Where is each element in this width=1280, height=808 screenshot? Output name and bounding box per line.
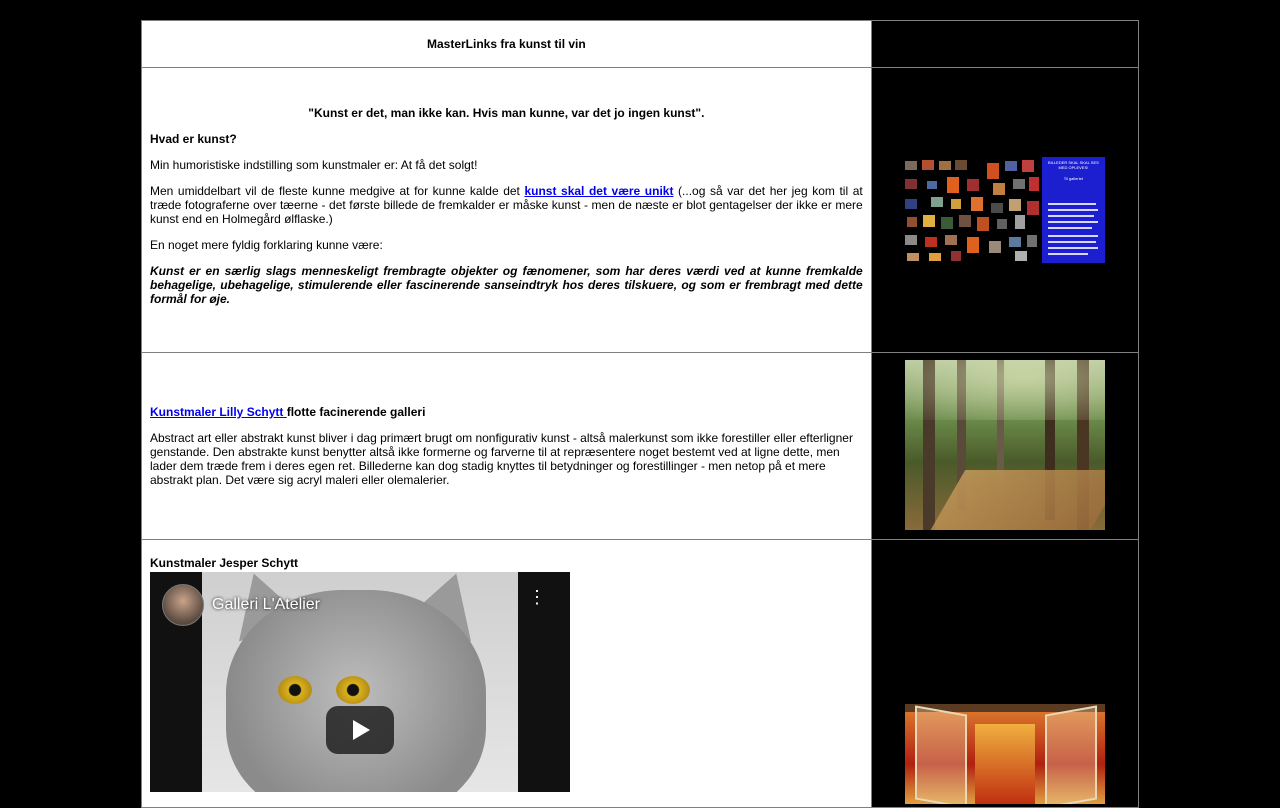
page-title: MasterLinks fra kunst til vin <box>427 37 586 51</box>
paragraph-forklaring: En noget mere fyldig forklaring kunne væ… <box>150 238 383 252</box>
section-kunst-text: "Kunst er det, man ikke kan. Hvis man ku… <box>142 68 871 352</box>
jesper-heading: Kunstmaler Jesper Schytt <box>150 556 299 570</box>
paragraph-definition: Kunst er en særlig slags menneskeligt fr… <box>150 264 863 306</box>
collage-caption-2: MED OPLEVES! <box>1058 165 1089 170</box>
video-title[interactable]: Galleri L'Atelier <box>212 596 320 614</box>
lilly-heading: Kunstmaler Lilly Schytt flotte facineren… <box>150 405 863 419</box>
section-lilly-image-cell <box>871 353 1138 539</box>
lilly-heading-suffix: flotte facinerende galleri <box>286 405 426 419</box>
quote: "Kunst er det, man ikke kan. Hvis man ku… <box>308 106 705 120</box>
paragraph-abstract-art: Abstract art eller abstrakt kunst bliver… <box>150 431 853 487</box>
link-kunst-unikt[interactable]: kunst skal det være unikt <box>524 184 673 198</box>
page-wrapper: MasterLinks fra kunst til vin "Kunst er … <box>141 20 1139 808</box>
paragraph-humor: Min humoristiske indstilling som kunstma… <box>150 158 478 172</box>
window-painting-image[interactable] <box>904 704 1105 804</box>
paragraph-unikt-before: Men umiddelbart vil de fleste kunne medg… <box>150 184 525 198</box>
section-kunst-image-cell: BILLEDER SKAL SKAL SES MED OPLEVES! Til … <box>871 68 1138 352</box>
section-heading-hvad-er-kunst: Hvad er kunst? <box>150 132 237 146</box>
section-lilly-text: Kunstmaler Lilly Schytt flotte facineren… <box>142 353 871 539</box>
channel-avatar[interactable] <box>162 584 204 626</box>
collage-caption-3: Til galleriet <box>1063 176 1083 181</box>
section-jesper: Kunstmaler Jesper Schytt Galleri L'Ateli… <box>142 540 871 807</box>
collage-text-panel: BILLEDER SKAL SKAL SES MED OPLEVES! Til … <box>1041 157 1105 263</box>
header-right-cell <box>871 21 1138 67</box>
collage-thumbnails <box>904 157 1042 263</box>
gallery-collage-image[interactable]: BILLEDER SKAL SKAL SES MED OPLEVES! Til … <box>904 157 1105 263</box>
more-options-icon[interactable]: ⋮ <box>528 588 546 606</box>
youtube-video-embed[interactable]: Galleri L'Atelier ⋮ <box>150 572 570 792</box>
paragraph-unikt: Men umiddelbart vil de fleste kunne medg… <box>150 184 863 226</box>
main-layout-table: MasterLinks fra kunst til vin "Kunst er … <box>141 20 1139 808</box>
link-kunstmaler-lilly-schytt[interactable]: Kunstmaler Lilly Schytt <box>150 405 287 419</box>
forest-painting-image[interactable] <box>904 359 1105 530</box>
play-button[interactable] <box>326 706 394 754</box>
section-jesper-image-cell <box>871 540 1138 807</box>
header-title-cell: MasterLinks fra kunst til vin <box>142 21 871 67</box>
collage-caption-1: BILLEDER SKAL SKAL SES <box>1047 160 1099 165</box>
